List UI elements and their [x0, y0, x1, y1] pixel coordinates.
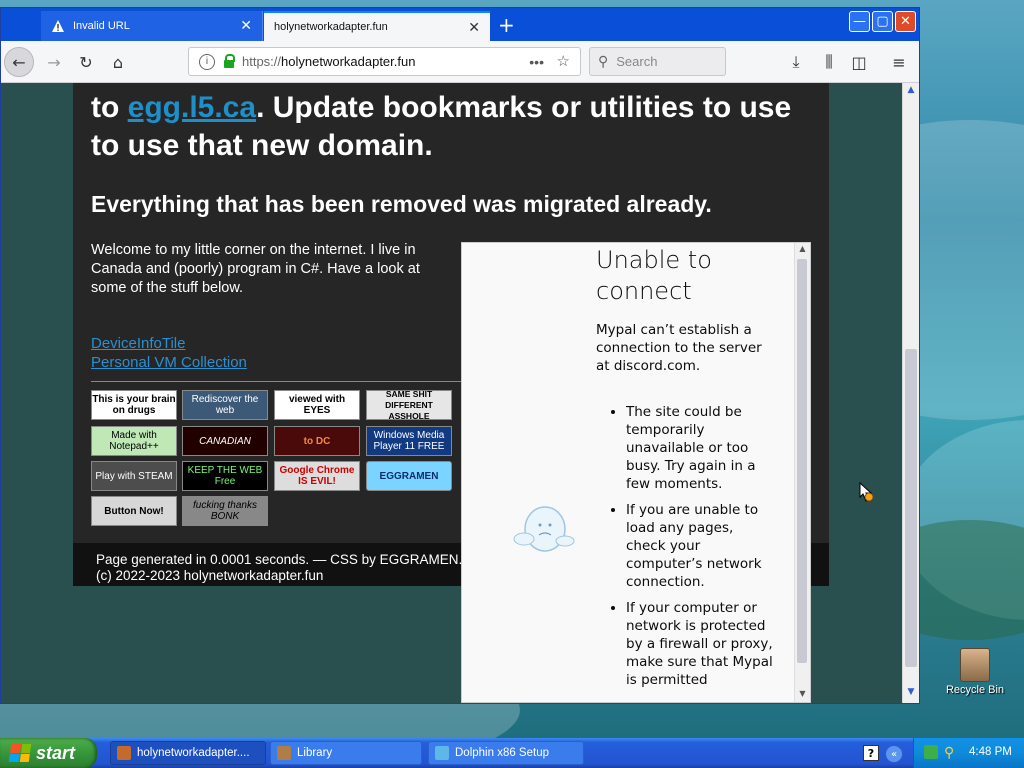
start-button[interactable]: start [0, 738, 97, 768]
page-viewport: to egg.l5.ca. Update bookmarks or utilit… [1, 83, 902, 703]
badge[interactable]: fucking thanks BONK [182, 496, 268, 526]
recycle-bin-icon [960, 648, 990, 682]
network-icon[interactable] [924, 745, 938, 759]
taskbar-item-label: Dolphin x86 Setup [455, 747, 549, 759]
badge[interactable]: This is your brain on drugs [91, 390, 177, 420]
scroll-down-icon[interactable]: ▼ [903, 687, 919, 701]
lock-icon[interactable] [224, 53, 235, 68]
badge[interactable]: Play with STEAM [91, 461, 177, 491]
badge[interactable]: EGGRAMEN [366, 461, 452, 491]
list-item: If your computer or network is protected… [626, 599, 776, 689]
footer-text: Page generated in 0.0001 seconds. — CSS … [96, 552, 463, 583]
tab-label: Invalid URL [73, 20, 130, 32]
error-message: Mypal can’t establish a connection to th… [596, 322, 762, 374]
page-scrollbar[interactable]: ▲ ▼ [902, 83, 919, 703]
list-item: If you are unable to load any pages, che… [626, 501, 776, 591]
nav-toolbar: ← → ↻ ⌂ i https://holynetworkadapter.fun… [1, 41, 919, 83]
dolphin-app-icon [435, 746, 449, 760]
browser-window: Invalid URL ✕ holynetworkadapter.fun ✕ +… [0, 7, 920, 704]
tab-invalid-url[interactable]: Invalid URL ✕ [41, 11, 263, 41]
tab-label: holynetworkadapter.fun [274, 21, 388, 33]
back-arrow-icon[interactable]: ← [4, 47, 34, 77]
error-title: Unable to connect [596, 246, 712, 305]
address-bar[interactable]: i https://holynetworkadapter.fun ••• ☆ [188, 47, 581, 76]
library-app-icon [277, 746, 291, 760]
heading-text: to [91, 91, 128, 124]
close-window-button[interactable]: ✕ [895, 11, 916, 32]
reload-icon[interactable]: ↻ [71, 47, 101, 77]
scrollbar-thumb[interactable] [905, 349, 917, 667]
taskbar-item-label: holynetworkadapter.... [137, 747, 250, 759]
badge[interactable]: Made with Notepad++ [91, 426, 177, 456]
download-icon[interactable]: ⤓ [781, 47, 811, 77]
warning-icon [52, 20, 64, 32]
link-deviceinfotile[interactable]: DeviceInfoTile [91, 334, 247, 353]
badge[interactable]: Windows Media Player 11 FREE [366, 426, 452, 456]
forward-arrow-icon[interactable]: → [39, 47, 69, 77]
library-icon[interactable]: ⫼ [814, 47, 844, 77]
intro-paragraph: Welcome to my little corner on the inter… [91, 242, 420, 296]
search-tray-icon[interactable]: ⚲ [944, 744, 954, 761]
help-icon[interactable]: ? [863, 745, 879, 761]
badge[interactable]: CANADIAN [182, 426, 268, 456]
maximize-button[interactable]: ▢ [872, 11, 893, 32]
domain-link[interactable]: egg.l5.ca [128, 91, 256, 124]
badge[interactable]: viewed with EYES [274, 390, 360, 420]
badge[interactable]: Google Chrome IS EVIL! [274, 461, 360, 491]
search-input[interactable]: ⚲ Search [589, 47, 726, 76]
link-personal-vm-collection[interactable]: Personal VM Collection [91, 353, 247, 372]
error-frame-scrollbar[interactable]: ▲ ▼ [794, 243, 810, 702]
badge[interactable]: Rediscover the web [182, 390, 268, 420]
tab-close-icon[interactable]: ✕ [468, 20, 480, 34]
new-tab-plus-icon[interactable]: + [498, 13, 515, 37]
taskbar-item-browser[interactable]: holynetworkadapter.... [110, 741, 266, 765]
windows-logo-icon [8, 744, 32, 762]
menu-icon[interactable]: ≡ [884, 47, 914, 77]
tab-strip: Invalid URL ✕ holynetworkadapter.fun ✕ +… [1, 8, 919, 41]
info-icon[interactable]: i [199, 53, 215, 70]
taskbar-item-library[interactable]: Library [270, 741, 422, 765]
badge[interactable]: to DC [274, 426, 360, 456]
sad-cloud-illustration-icon [513, 506, 575, 552]
start-label: start [36, 742, 76, 763]
badge[interactable]: SAME SHIT DIFFERENT ASSHOLE [366, 390, 452, 420]
clock: 4:48 PM [969, 746, 1012, 758]
system-tray: ⚲ 4:48 PM [913, 738, 1024, 768]
home-icon[interactable]: ⌂ [103, 47, 133, 77]
taskbar-item-dolphin-setup[interactable]: Dolphin x86 Setup [428, 741, 584, 765]
divider [91, 381, 463, 382]
tab-close-icon[interactable]: ✕ [240, 18, 252, 32]
page-actions-icon[interactable]: ••• [529, 54, 544, 70]
page-heading: to egg.l5.ca. Update bookmarks or utilit… [91, 89, 811, 165]
scroll-up-icon[interactable]: ▲ [903, 85, 919, 99]
minimize-button[interactable]: — [849, 11, 870, 32]
busy-cursor-icon [859, 481, 874, 502]
badge[interactable]: KEEP THE WEB Free [182, 461, 268, 491]
list-item: The site could be temporarily unavailabl… [626, 403, 776, 493]
subheading: Everything that has been removed was mig… [91, 191, 712, 217]
error-suggestions: The site could be temporarily unavailabl… [596, 403, 776, 697]
sidebar-icon[interactable]: ◫ [844, 47, 874, 77]
link-list: DeviceInfoTile Personal VM Collection [91, 334, 247, 372]
url-host: holynetworkadapter.fun [281, 54, 416, 69]
browser-app-icon [117, 746, 131, 760]
taskbar-item-label: Library [297, 747, 333, 759]
embedded-error-frame: Unable to connect Mypal can’t establish … [461, 242, 811, 703]
scrollbar-thumb[interactable] [797, 259, 807, 663]
search-placeholder: Search [616, 54, 658, 69]
badge[interactable]: Button Now! [91, 496, 177, 526]
bookmark-star-icon[interactable]: ☆ [557, 52, 570, 70]
tab-holynetworkadapter[interactable]: holynetworkadapter.fun ✕ [264, 11, 490, 41]
recycle-bin-shortcut[interactable]: Recycle Bin [942, 648, 1008, 696]
scroll-down-icon[interactable]: ▼ [795, 689, 810, 702]
search-icon: ⚲ [598, 53, 609, 69]
recycle-bin-label: Recycle Bin [945, 684, 1005, 696]
scroll-up-icon[interactable]: ▲ [795, 244, 810, 258]
url-protocol: https:// [242, 54, 282, 69]
chevron-left-icon[interactable]: « [885, 745, 903, 763]
